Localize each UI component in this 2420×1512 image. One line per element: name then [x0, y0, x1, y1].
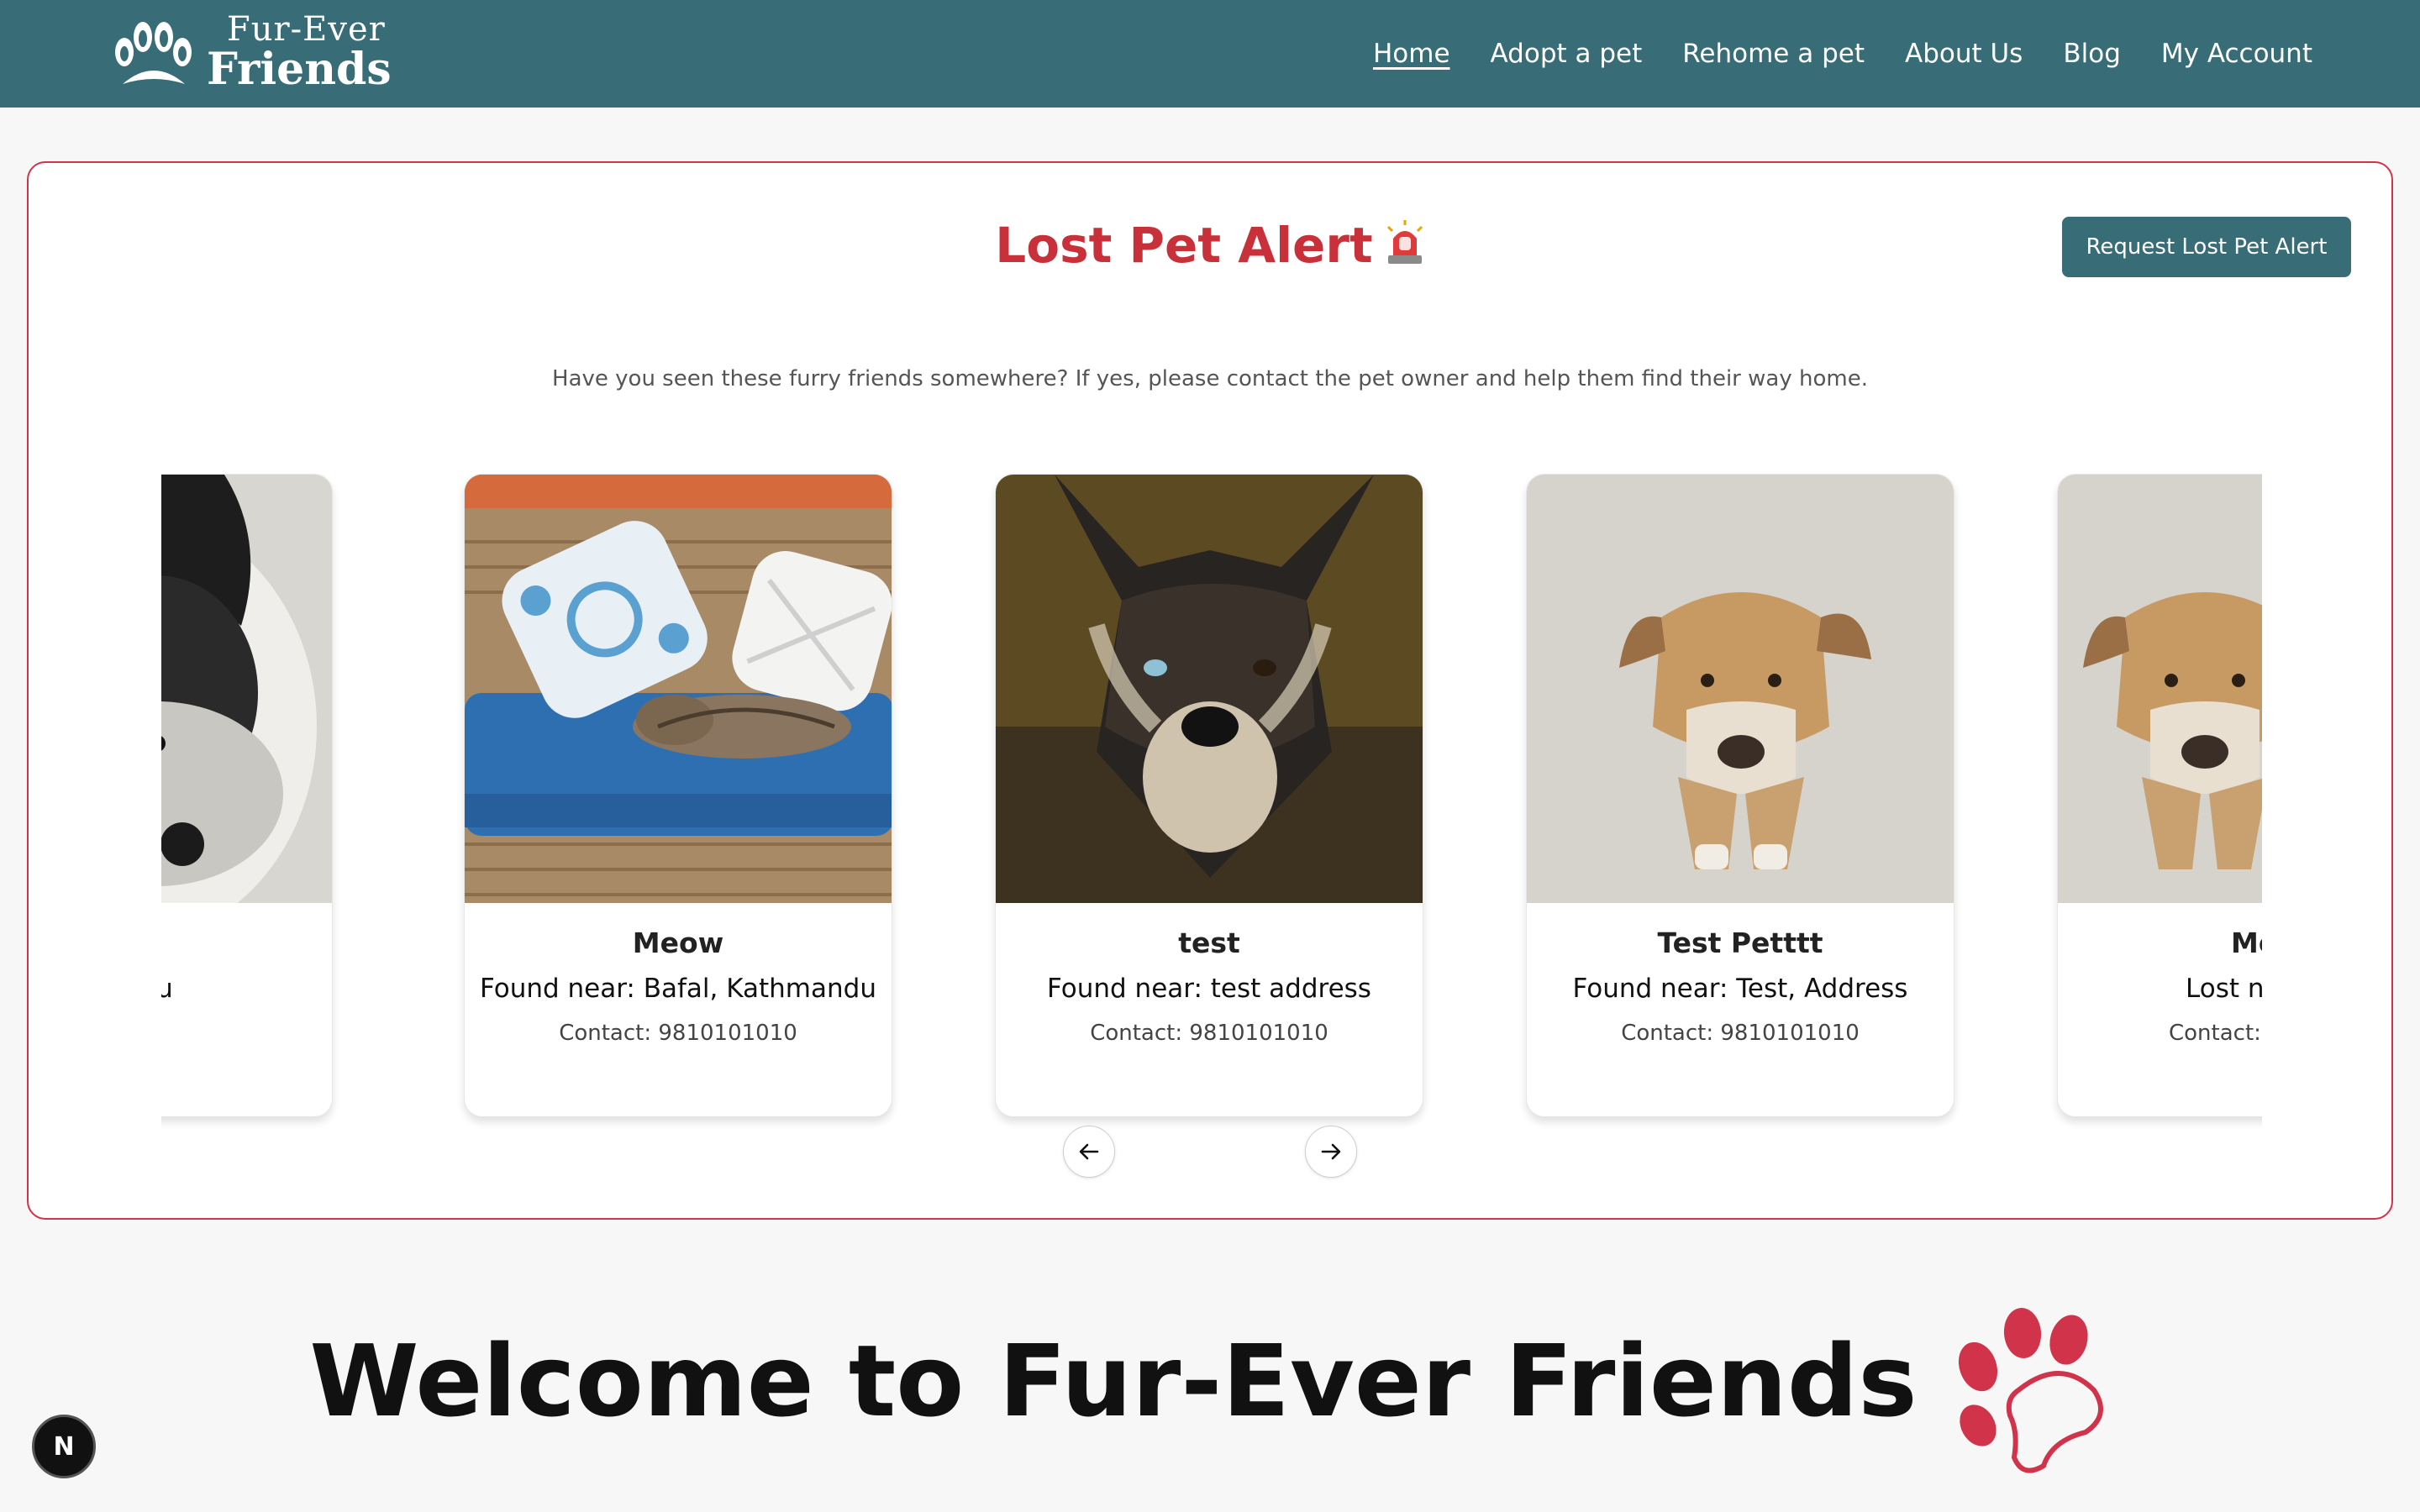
- pet-photo: [996, 475, 1423, 903]
- pet-contact: Contact: 9810101010: [1621, 1021, 1860, 1046]
- nav-rehome[interactable]: Rehome a pet: [1682, 39, 1865, 69]
- site-header: Fur-Ever Friends Home Adopt a pet Rehome…: [0, 0, 2420, 108]
- site-logo[interactable]: Fur-Ever Friends: [108, 7, 402, 101]
- nav-about[interactable]: About Us: [1905, 39, 2023, 69]
- pet-photo: [465, 475, 892, 903]
- arrow-right-icon: [1321, 1143, 1341, 1160]
- nav-my-account[interactable]: My Account: [2161, 39, 2312, 69]
- brand-line-2: Friends: [207, 44, 392, 95]
- lost-pet-alert-panel: Lost Pet Alert Request Lost Pet Alert Ha…: [27, 161, 2393, 1220]
- alert-title: Lost Pet Alert: [29, 217, 2391, 274]
- main-nav: Home Adopt a pet Rehome a pet About Us B…: [1373, 0, 2312, 108]
- pet-location: Kathmandu: [161, 974, 332, 1004]
- pet-location: Lost nea: [2186, 974, 2262, 1004]
- pet-name: Meow: [632, 927, 724, 959]
- pet-name: Test Petttt: [1657, 927, 1823, 959]
- paw-print-icon: [1958, 1308, 2103, 1473]
- arrow-left-icon: [1079, 1143, 1099, 1160]
- nav-home[interactable]: Home: [1373, 39, 1450, 69]
- pet-card[interactable]: Kathmandu 01017: [161, 474, 333, 1117]
- welcome-text: Welcome to Fur-Ever Friends: [309, 1323, 1918, 1439]
- pet-name: Meir: [2231, 927, 2262, 959]
- pet-card[interactable]: Test Petttt Found near: Test, Address Co…: [1526, 474, 1954, 1117]
- pet-photo: [161, 475, 332, 903]
- dev-tools-badge[interactable]: N: [32, 1415, 96, 1478]
- alert-title-text: Lost Pet Alert: [995, 217, 1373, 274]
- pet-contact: 01017: [161, 1021, 332, 1046]
- pet-card[interactable]: Meir Lost nea Contact: 98: [2057, 474, 2262, 1117]
- pet-location: Found near: test address: [1047, 974, 1371, 1004]
- lost-pet-carousel[interactable]: Kathmandu 01017: [161, 474, 2262, 1129]
- welcome-heading: Welcome to Fur-Ever Friends: [0, 1306, 2420, 1474]
- pet-location: Found near: Bafal, Kathmandu: [480, 974, 876, 1004]
- pet-contact: Contact: 9810101010: [1090, 1021, 1328, 1046]
- nav-blog[interactable]: Blog: [2063, 39, 2121, 69]
- pet-name: test: [1178, 927, 1240, 959]
- pet-photo: [1527, 475, 1954, 903]
- alert-subtitle: Have you seen these furry friends somewh…: [552, 366, 1868, 391]
- nav-adopt[interactable]: Adopt a pet: [1491, 39, 1643, 69]
- request-lost-pet-alert-button[interactable]: Request Lost Pet Alert: [2062, 217, 2351, 277]
- carousel-prev-button[interactable]: [1063, 1126, 1115, 1178]
- pet-card[interactable]: Meow Found near: Bafal, Kathmandu Contac…: [464, 474, 892, 1117]
- pet-location: Found near: Test, Address: [1572, 974, 1908, 1004]
- pet-card[interactable]: test Found near: test address Contact: 9…: [995, 474, 1423, 1117]
- carousel-next-button[interactable]: [1305, 1126, 1357, 1178]
- rotating-light-icon: [1386, 220, 1423, 264]
- pet-photo: [2058, 475, 2262, 903]
- pet-contact: Contact: 9810101010: [559, 1021, 797, 1046]
- paw-logo-icon: [115, 22, 192, 84]
- pet-contact: Contact: 98: [2169, 1021, 2262, 1046]
